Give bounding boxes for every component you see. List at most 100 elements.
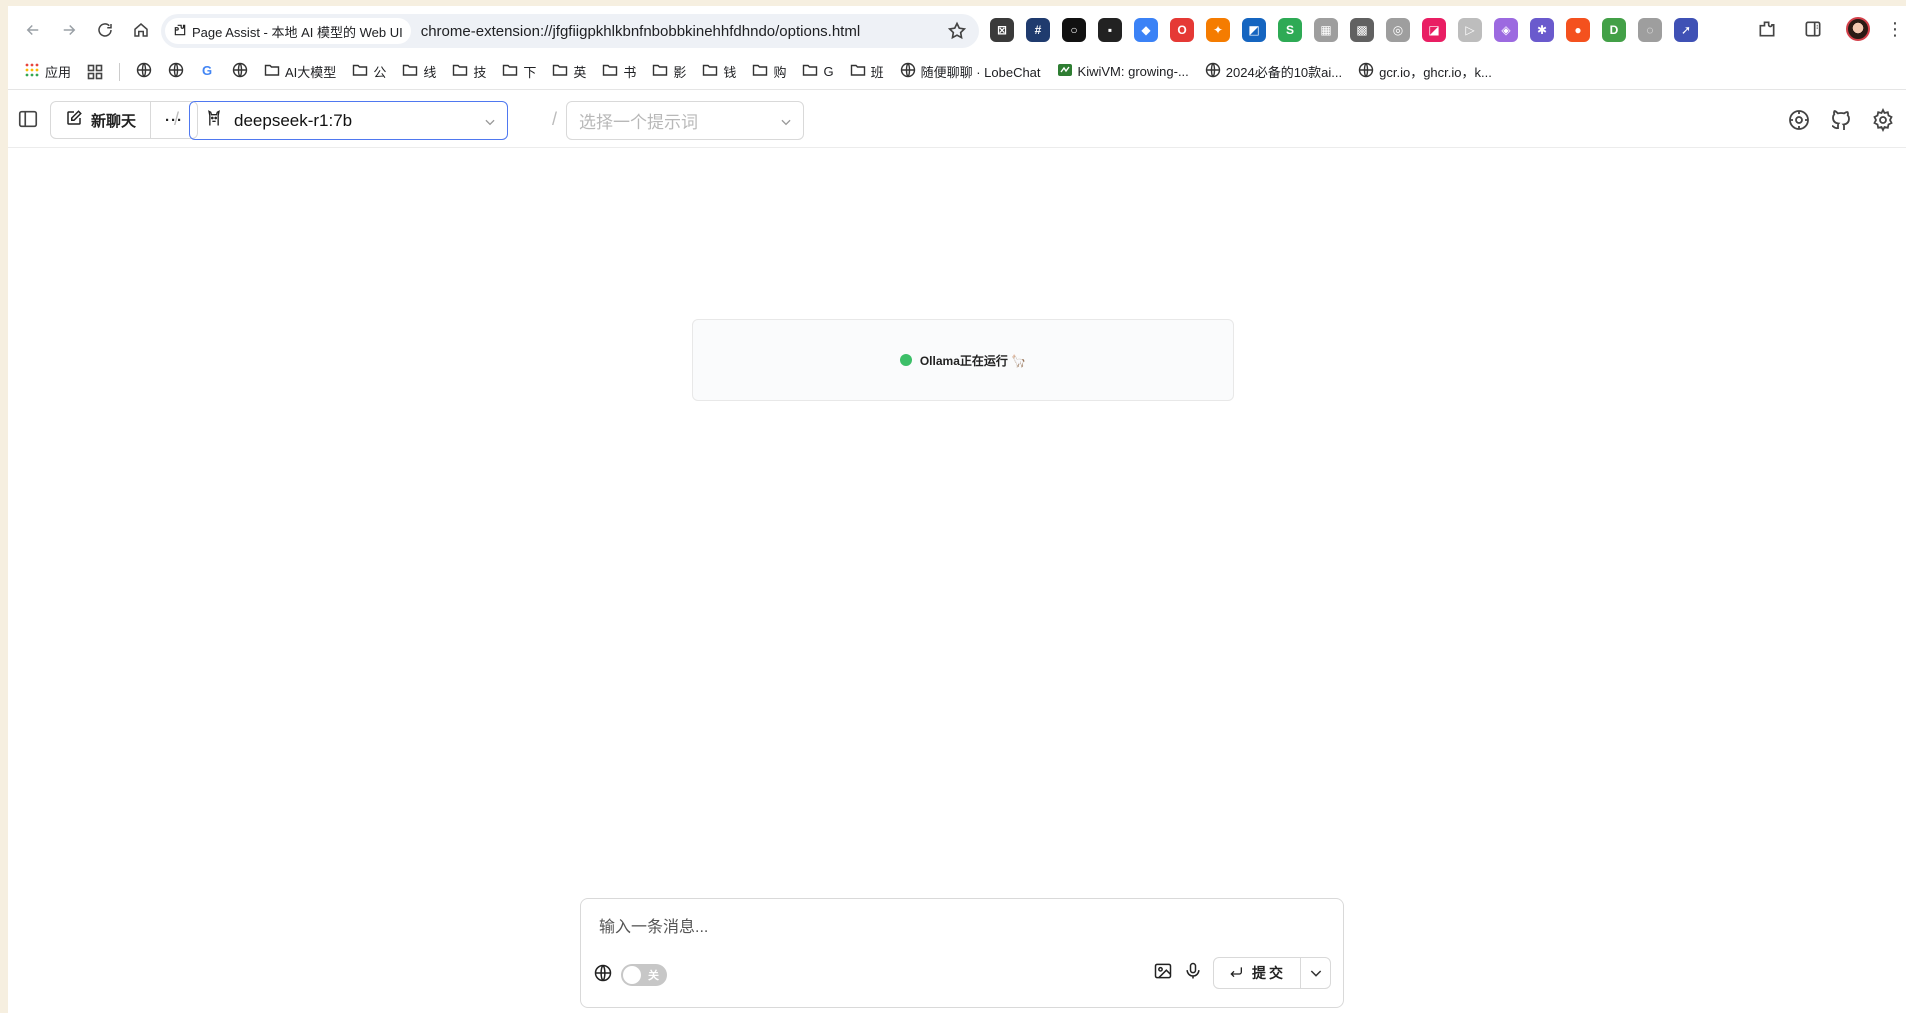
bookmark-apps[interactable]: 应用	[24, 62, 71, 81]
url-text[interactable]: chrome-extension://jfgfiigpkhlkbnfnbobbk…	[421, 23, 860, 40]
ext-icon-6[interactable]: O	[1170, 18, 1194, 42]
address-bar[interactable]: Page Assist - 本地 AI 模型的 Web UI chrome-ex…	[161, 14, 979, 48]
bookmark-item[interactable]: 线	[402, 62, 436, 81]
bookmark-item[interactable]: 购	[752, 62, 786, 81]
bookmark-label: 英	[573, 65, 587, 80]
github-icon[interactable]	[1828, 107, 1854, 133]
submit-button[interactable]: 提交	[1214, 958, 1300, 988]
profile-avatar[interactable]	[1846, 17, 1870, 41]
message-input[interactable]	[599, 915, 1319, 941]
folder-icon	[264, 62, 280, 81]
bookmark-star-icon[interactable]	[947, 21, 967, 41]
ext-icon-10[interactable]: ▦	[1314, 18, 1338, 42]
llama-icon	[204, 108, 224, 133]
ext-icon-16[interactable]: ✱	[1530, 18, 1554, 42]
google-icon: G	[200, 62, 216, 81]
bookmark-label: 下	[523, 65, 537, 80]
bookmark-item[interactable]: 2024必备的10款ai...	[1205, 62, 1342, 81]
bookmark-item[interactable]	[232, 62, 248, 81]
bookmark-item[interactable]	[168, 62, 184, 81]
bookmark-item[interactable]: AI大模型	[264, 62, 336, 81]
bookmark-item[interactable]: 钱	[702, 62, 736, 81]
extension-icon	[173, 23, 187, 40]
bookmark-item[interactable]	[136, 62, 152, 81]
globe-icon	[1358, 62, 1374, 81]
tab-title: Page Assist - 本地 AI 模型的 Web UI	[192, 24, 403, 40]
ext-icon-3[interactable]: ○	[1062, 18, 1086, 42]
ext-icon-2[interactable]: #	[1026, 18, 1050, 42]
microphone-icon[interactable]	[1183, 961, 1203, 986]
menu-kebab-icon[interactable]: ⋮	[1886, 16, 1904, 42]
ext-icon-4[interactable]: ▪	[1098, 18, 1122, 42]
forward-button[interactable]	[52, 13, 86, 47]
bookmark-label: 公	[373, 65, 387, 80]
bookmark-item[interactable]: G	[802, 62, 834, 81]
extensions-puzzle-icon[interactable]	[1754, 16, 1780, 42]
ext-icon-11[interactable]: ▩	[1350, 18, 1374, 42]
ext-icon-7[interactable]: ✦	[1206, 18, 1230, 42]
globe-icon	[136, 62, 152, 81]
model-name: deepseek-r1:7b	[234, 110, 353, 130]
site-info-chip[interactable]: Page Assist - 本地 AI 模型的 Web UI	[165, 18, 411, 44]
globe-icon[interactable]	[593, 963, 613, 988]
bookmark-item[interactable]: 技	[452, 62, 486, 81]
image-upload-icon[interactable]	[1153, 961, 1173, 986]
folder-icon	[352, 62, 368, 81]
bookmark-item[interactable]: 公	[352, 62, 386, 81]
ext-icon-5[interactable]: ◆	[1134, 18, 1158, 42]
model-select[interactable]: deepseek-r1:7b	[189, 101, 508, 140]
folder-icon	[402, 62, 418, 81]
ext-icon-13[interactable]: ◪	[1422, 18, 1446, 42]
ext-icon-12[interactable]: ◎	[1386, 18, 1410, 42]
folder-icon	[802, 62, 818, 81]
toggle-knob	[623, 966, 641, 984]
back-button[interactable]	[16, 13, 50, 47]
bookmark-item[interactable]: KiwiVM: growing-...	[1057, 62, 1189, 81]
bookmark-label: 班	[870, 65, 884, 80]
bookmark-item[interactable]: 影	[652, 62, 686, 81]
bookmark-label: 影	[673, 65, 687, 80]
bookmark-item[interactable]: 班	[850, 62, 884, 81]
web-search-toggle[interactable]: 关	[621, 964, 667, 986]
bookmark-label: 购	[773, 65, 787, 80]
bookmark-label: 线	[423, 65, 437, 80]
ollama-status-card: Ollama正在运行 🦙	[692, 319, 1234, 401]
kiwi-icon	[1057, 62, 1073, 81]
bookmark-label: 书	[623, 65, 637, 80]
ext-icon-19[interactable]: ◌	[1638, 18, 1662, 42]
ext-icon-14[interactable]: ▷	[1458, 18, 1482, 42]
folder-icon	[552, 62, 568, 81]
bookmark-item[interactable]: 随便聊聊 · LobeChat	[900, 62, 1041, 81]
bookmark-item[interactable]: G	[200, 62, 216, 81]
bookmark-item[interactable]: 下	[502, 62, 536, 81]
globe-icon	[168, 62, 184, 81]
ext-icon-1[interactable]: ⊠	[990, 18, 1014, 42]
ext-icon-20[interactable]: ➚	[1674, 18, 1698, 42]
ext-icon-15[interactable]: ◈	[1494, 18, 1518, 42]
bookmark-label: 技	[473, 65, 487, 80]
bookmark-item[interactable]: 英	[552, 62, 586, 81]
home-button[interactable]	[124, 13, 158, 47]
extension-icons: ⊠ # ○ ▪ ◆ O ✦ ◩ S ▦ ▩ ◎ ◪ ▷ ◈ ✱ ● D ◌ ➚	[990, 18, 1698, 42]
sidebar-toggle-icon[interactable]	[16, 107, 40, 131]
ext-icon-17[interactable]: ●	[1566, 18, 1590, 42]
tab-groups-icon[interactable]	[87, 64, 103, 80]
folder-icon	[752, 62, 768, 81]
app-header: 新聊天 ··· / deepseek-r1:7b / 选择一个提示词	[8, 91, 1906, 148]
ext-icon-18[interactable]: D	[1602, 18, 1626, 42]
submit-group: 提交	[1213, 957, 1331, 989]
bookmark-item[interactable]: gcr.io，ghcr.io，k...	[1358, 62, 1492, 81]
prompt-select[interactable]: 选择一个提示词	[566, 101, 804, 140]
new-chat-button[interactable]: 新聊天	[51, 102, 150, 138]
submit-options-button[interactable]	[1300, 958, 1330, 988]
side-panel-icon[interactable]	[1800, 16, 1826, 42]
toggle-label: 关	[648, 970, 659, 982]
settings-gear-icon[interactable]	[1870, 107, 1896, 133]
bookmark-item[interactable]: 书	[602, 62, 636, 81]
ext-icon-9[interactable]: S	[1278, 18, 1302, 42]
ollama-settings-icon[interactable]	[1786, 107, 1812, 133]
folder-icon	[702, 62, 718, 81]
browser-window: Page Assist - 本地 AI 模型的 Web UI chrome-ex…	[8, 6, 1906, 1013]
reload-button[interactable]	[88, 13, 122, 47]
ext-icon-8[interactable]: ◩	[1242, 18, 1266, 42]
